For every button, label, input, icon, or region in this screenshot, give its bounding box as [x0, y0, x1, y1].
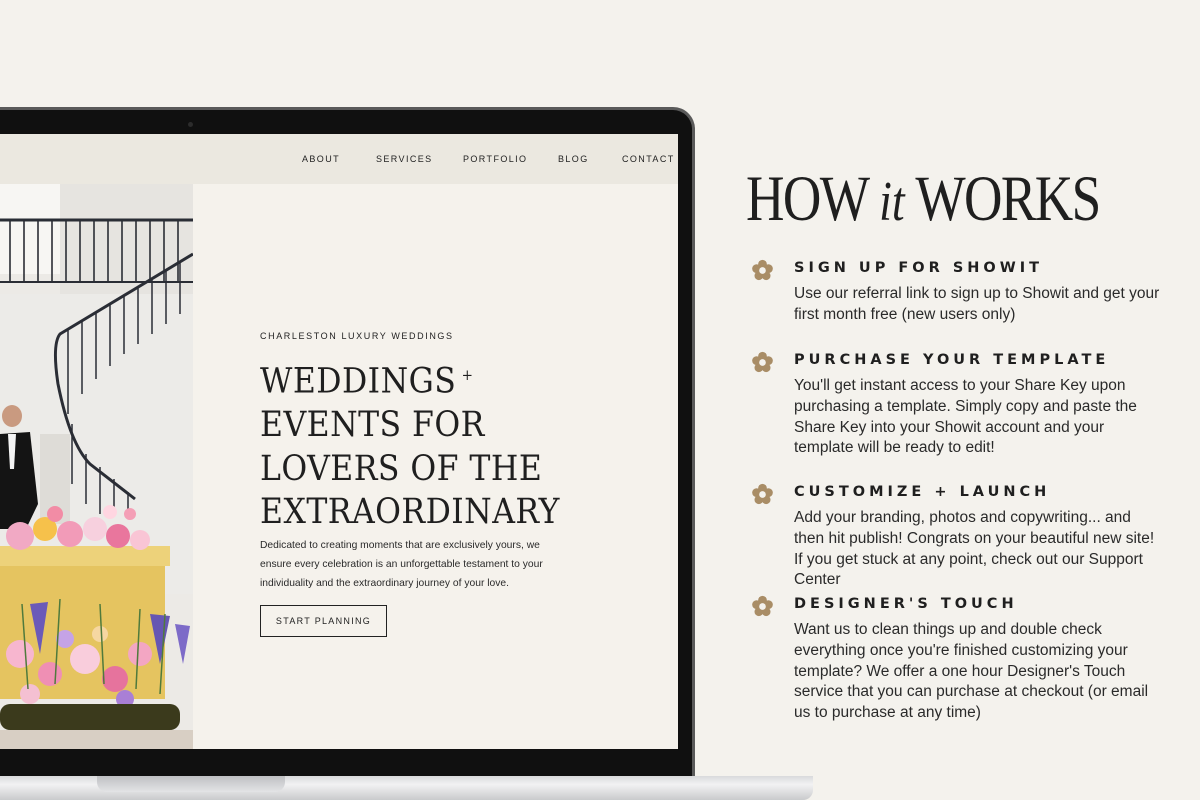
- wedding-venue-photo: [0, 184, 193, 749]
- hero-body: Dedicated to creating moments that are e…: [260, 540, 543, 589]
- hero-heading-line: EXTRAORDINARY: [260, 492, 560, 533]
- step-title: SIGN UP FOR SHOWIT: [794, 260, 1044, 276]
- step-description: Want us to clean things up and double ch…: [794, 621, 1149, 722]
- title-part: WORKS: [915, 163, 1101, 235]
- start-planning-button[interactable]: START PLANNING: [260, 605, 387, 637]
- hero-heading-line: LOVERS OF THE: [260, 448, 543, 489]
- flower-icon: [752, 483, 773, 505]
- nav-blog[interactable]: BLOG: [558, 154, 589, 164]
- title-part: HOW: [746, 163, 869, 235]
- step-sign-up: SIGN UP FOR SHOWIT Use our referral link…: [750, 258, 1170, 338]
- plus-mark: +: [461, 366, 474, 384]
- step-designers-touch: DESIGNER'S TOUCH Want us to clean things…: [750, 594, 1170, 734]
- site-nav: ABOUT SERVICES PORTFOLIO BLOG CONTACT: [0, 134, 678, 184]
- step-description: Add your branding, photos and copywritin…: [794, 509, 1155, 589]
- nav-about[interactable]: ABOUT: [302, 154, 340, 164]
- step-purchase-template: PURCHASE YOUR TEMPLATE You'll get instan…: [750, 350, 1170, 470]
- nav-contact[interactable]: CONTACT: [622, 154, 675, 164]
- laptop-screen: ABOUT SERVICES PORTFOLIO BLOG CONTACT CH…: [0, 134, 678, 749]
- flower-icon: [752, 595, 773, 617]
- how-it-works-title: HOW it WORKS: [746, 162, 1101, 237]
- nav-services[interactable]: SERVICES: [376, 154, 433, 164]
- nav-portfolio[interactable]: PORTFOLIO: [463, 154, 527, 164]
- step-title: PURCHASE YOUR TEMPLATE: [794, 352, 1110, 368]
- laptop-base-notch: [97, 776, 285, 792]
- step-title: CUSTOMIZE + LAUNCH: [794, 484, 1051, 500]
- step-description: Use our referral link to sign up to Show…: [794, 285, 1160, 323]
- title-italic: it: [879, 171, 905, 233]
- hero-eyebrow: CHARLESTON LUXURY WEDDINGS: [260, 331, 454, 341]
- hero-heading-line: EVENTS FOR: [260, 405, 485, 446]
- flower-icon: [752, 351, 773, 373]
- webcam-icon: [188, 122, 193, 127]
- hero-heading: WEDDINGS + EVENTS FOR LOVERS OF THE EXTRA…: [260, 354, 560, 535]
- step-title: DESIGNER'S TOUCH: [794, 596, 1018, 612]
- flower-icon: [752, 259, 773, 281]
- step-description: You'll get instant access to your Share …: [794, 377, 1137, 457]
- hero-heading-line: WEDDINGS: [260, 361, 457, 402]
- step-customize-launch: CUSTOMIZE + LAUNCH Add your branding, ph…: [750, 482, 1170, 588]
